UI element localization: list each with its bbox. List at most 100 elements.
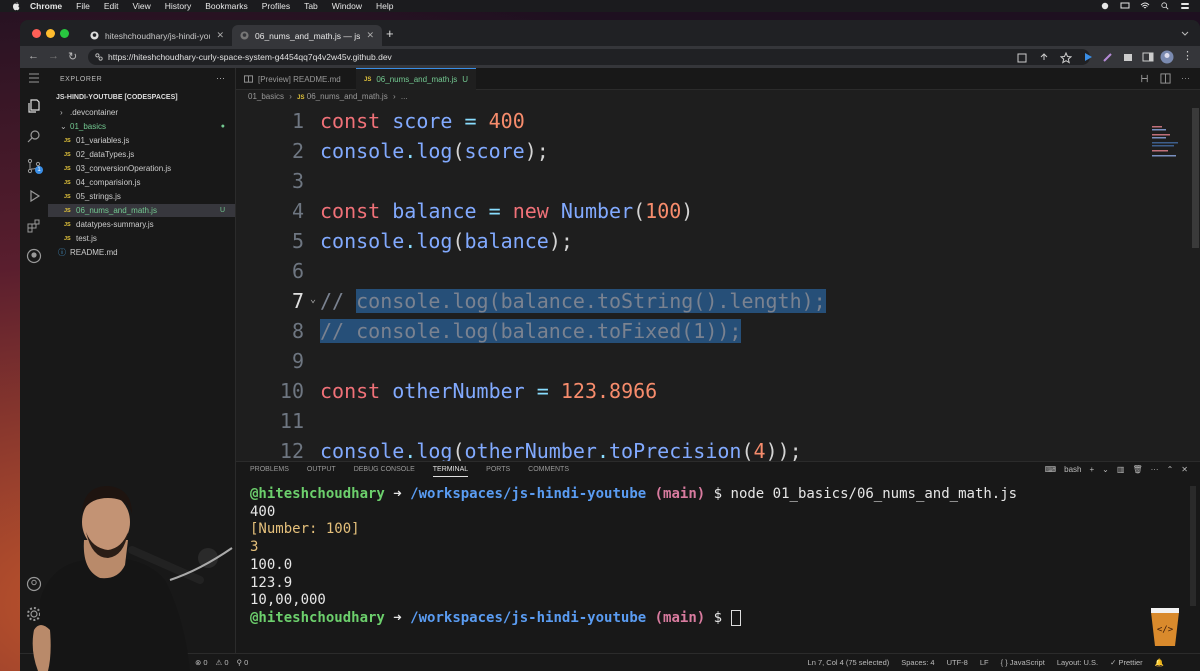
menu-edit[interactable]: Edit xyxy=(104,1,119,11)
status-prettier[interactable]: ✓ Prettier xyxy=(1110,658,1143,667)
status-cursor-position[interactable]: Ln 7, Col 4 (75 selected) xyxy=(808,658,890,667)
tab-debug-console[interactable]: DEBUG CONSOLE xyxy=(354,466,415,477)
terminal-output[interactable]: @hiteshchoudhary ➜ /workspaces/js-hindi-… xyxy=(250,486,1017,628)
tree-file[interactable]: JS 02_dataTypes.js xyxy=(48,148,235,161)
breadcrumb-file[interactable]: 06_nums_and_math.js xyxy=(307,92,388,101)
terminal-scrollbar[interactable] xyxy=(1190,486,1196,606)
scrollbar-thumb[interactable] xyxy=(1192,108,1199,248)
tree-file[interactable]: JS 04_comparision.js xyxy=(48,176,235,189)
menu-history[interactable]: History xyxy=(165,1,191,11)
chrome-menu-icon[interactable]: ⋮ xyxy=(1182,49,1193,62)
status-indentation[interactable]: Spaces: 4 xyxy=(901,658,934,667)
browser-tab-codespace[interactable]: 06_nums_and_math.js — js-hindi- ✕ xyxy=(232,25,382,46)
trash-icon[interactable]: 🗑 xyxy=(1132,465,1142,474)
prompt-dollar: $ xyxy=(713,609,723,626)
explorer-more-icon[interactable]: ··· xyxy=(216,73,225,83)
menu-profiles[interactable]: Profiles xyxy=(262,1,290,11)
tab-ports[interactable]: PORTS xyxy=(486,466,510,477)
new-terminal-icon[interactable]: + xyxy=(1090,465,1095,474)
notifications-bell-icon[interactable]: 🔔 xyxy=(1155,658,1164,667)
tree-file[interactable]: JS test.js xyxy=(48,232,235,245)
control-center-icon[interactable] xyxy=(1180,2,1190,10)
code-line-text: const score = 400 xyxy=(320,109,525,133)
terminal-shell-label[interactable]: bash xyxy=(1064,465,1081,474)
recording-icon[interactable] xyxy=(1100,2,1110,10)
menu-bookmarks[interactable]: Bookmarks xyxy=(205,1,248,11)
terminal-output-line: 100.0 xyxy=(250,556,293,573)
split-editor-icon[interactable] xyxy=(1160,73,1171,84)
zoom-window-button[interactable] xyxy=(60,29,69,38)
tree-file[interactable]: JS 05_strings.js xyxy=(48,190,235,203)
menu-window[interactable]: Window xyxy=(332,1,362,11)
tab-terminal[interactable]: TERMINAL xyxy=(432,466,469,477)
tree-file[interactable]: JS 03_conversionOperation.js xyxy=(48,162,235,175)
close-window-button[interactable] xyxy=(32,29,41,38)
tree-file-selected[interactable]: JS 06_nums_and_math.js U xyxy=(48,204,235,217)
browser-tab-github[interactable]: hiteshchoudhary/js-hindi-youtu ✕ xyxy=(82,25,232,46)
explorer-project-title[interactable]: JS-HINDI-YOUTUBE [CODESPACES] xyxy=(56,94,178,101)
terminal-command: node 01_basics/06_nums_and_math.js xyxy=(730,486,1018,502)
more-actions-icon[interactable]: ··· xyxy=(1151,465,1159,474)
menu-help[interactable]: Help xyxy=(376,1,393,11)
tree-file[interactable]: JS datatypes-summary.js xyxy=(48,218,235,231)
breadcrumb-symbol[interactable]: ... xyxy=(401,92,408,101)
tree-file[interactable]: ⓘ README.md xyxy=(48,246,235,259)
minimap[interactable] xyxy=(1152,126,1186,158)
bookmark-star-icon[interactable] xyxy=(1060,52,1072,64)
new-tab-button[interactable]: + xyxy=(386,26,394,41)
github-icon[interactable] xyxy=(26,248,42,264)
extensions-icon[interactable] xyxy=(26,218,42,234)
editor-scrollbar[interactable] xyxy=(1190,106,1200,461)
editor-tab-readme-preview[interactable]: [Preview] README.md xyxy=(236,68,349,90)
extensions-puzzle-icon[interactable] xyxy=(1122,51,1134,63)
menu-file[interactable]: File xyxy=(76,1,90,11)
site-info-icon[interactable] xyxy=(95,53,103,61)
search-icon[interactable] xyxy=(26,128,42,144)
close-tab-icon[interactable]: ✕ xyxy=(216,30,224,41)
close-tab-icon[interactable]: ✕ xyxy=(366,30,374,41)
menu-view[interactable]: View xyxy=(132,1,150,11)
tree-folder-devcontainer[interactable]: › .devcontainer xyxy=(48,106,235,119)
extension-pen-icon[interactable] xyxy=(1102,51,1114,63)
status-keyboard-layout[interactable]: Layout: U.S. xyxy=(1057,658,1098,667)
menu-app-name[interactable]: Chrome xyxy=(30,1,62,11)
tree-file[interactable]: JS 01_variables.js xyxy=(48,134,235,147)
fold-chevron-icon[interactable]: ⌄ xyxy=(310,294,316,305)
editor-tab-active[interactable]: JS 06_nums_and_math.js U xyxy=(356,68,477,90)
menu-tab[interactable]: Tab xyxy=(304,1,318,11)
address-bar[interactable]: https://hiteshchoudhary-curly-space-syst… xyxy=(88,49,1090,65)
status-eol[interactable]: LF xyxy=(980,658,989,667)
run-debug-icon[interactable] xyxy=(26,188,42,204)
search-icon[interactable] xyxy=(1160,2,1170,10)
side-panel-icon[interactable] xyxy=(1142,51,1154,63)
compare-icon[interactable] xyxy=(1139,73,1150,84)
share-icon[interactable] xyxy=(1038,52,1050,64)
display-icon[interactable] xyxy=(1120,2,1130,10)
menu-icon[interactable] xyxy=(26,70,42,86)
tree-item-label: test.js xyxy=(76,234,97,243)
maximize-panel-icon[interactable]: ⌃ xyxy=(1167,465,1174,474)
back-icon[interactable]: ← xyxy=(28,50,39,62)
code-editor[interactable]: 1 const score = 400 2 console.log(score)… xyxy=(236,106,1200,461)
install-app-icon[interactable] xyxy=(1016,52,1028,64)
more-actions-icon[interactable]: ··· xyxy=(1181,73,1190,84)
tab-search-icon[interactable] xyxy=(1180,28,1190,38)
status-language[interactable]: { } JavaScript xyxy=(1001,658,1045,667)
split-terminal-icon[interactable]: ▥ xyxy=(1117,465,1125,474)
extension-play-icon[interactable] xyxy=(1082,51,1094,63)
wifi-icon[interactable] xyxy=(1140,2,1150,10)
tab-problems[interactable]: PROBLEMS xyxy=(250,466,289,477)
tree-folder-01-basics[interactable]: ⌄ 01_basics ● xyxy=(48,120,235,133)
breadcrumb-folder[interactable]: 01_basics xyxy=(248,92,284,101)
close-panel-icon[interactable]: ✕ xyxy=(1181,465,1188,474)
tab-output[interactable]: OUTPUT xyxy=(307,466,336,477)
terminal-dropdown-icon[interactable]: ⌄ xyxy=(1102,465,1109,474)
tab-comments[interactable]: COMMENTS xyxy=(528,466,569,477)
explorer-icon[interactable] xyxy=(26,98,42,114)
reload-icon[interactable]: ↻ xyxy=(68,50,77,63)
forward-icon[interactable]: → xyxy=(48,50,59,62)
minimize-window-button[interactable] xyxy=(46,29,55,38)
apple-icon[interactable] xyxy=(12,1,20,11)
profile-avatar[interactable] xyxy=(1160,50,1174,64)
status-encoding[interactable]: UTF-8 xyxy=(947,658,968,667)
